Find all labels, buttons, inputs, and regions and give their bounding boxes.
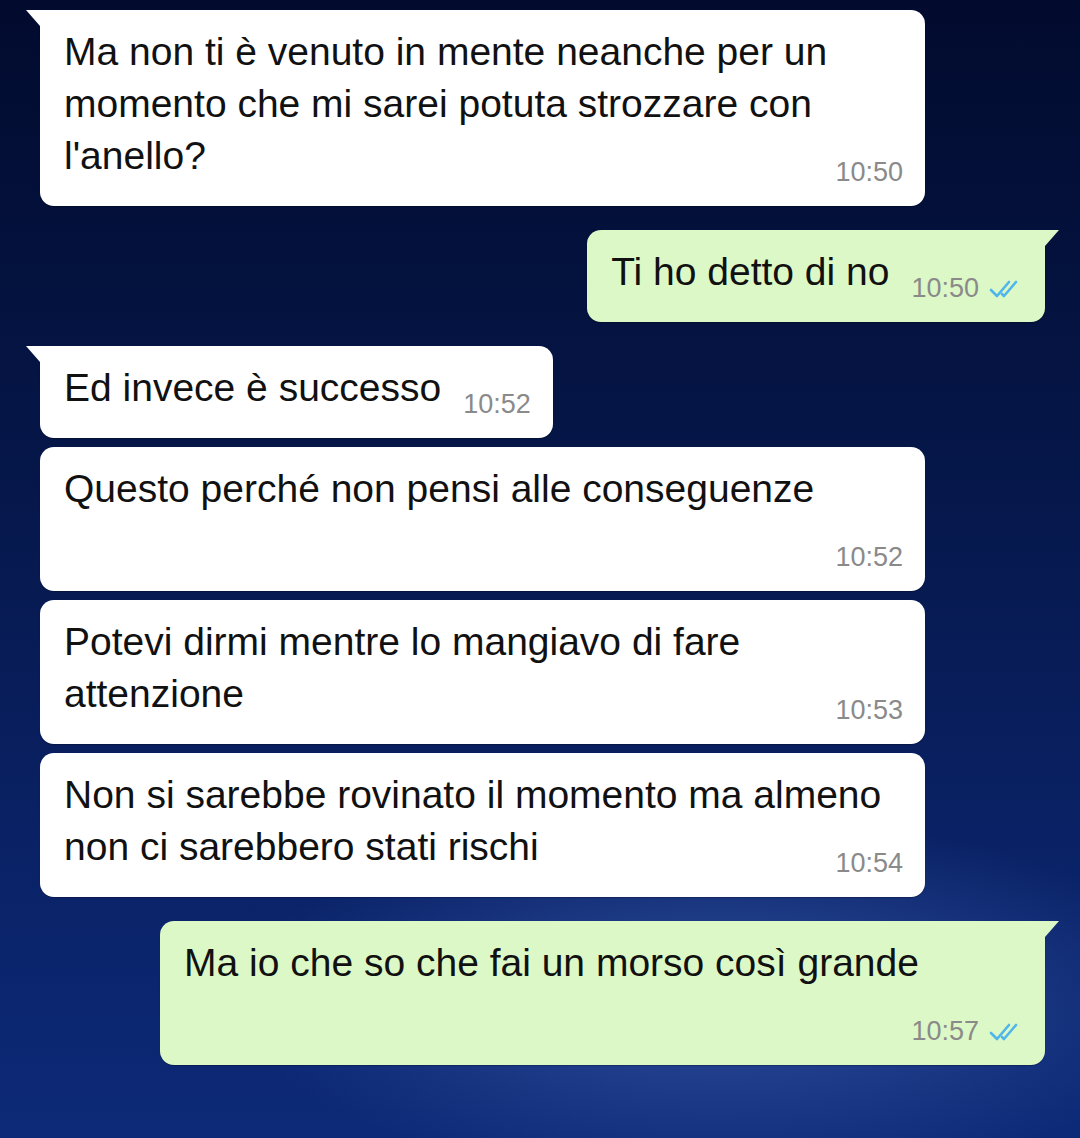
message-bubble[interactable]: Ma non ti è venuto in mente neanche per … bbox=[40, 10, 925, 206]
message-time: 10:50 bbox=[911, 273, 979, 303]
message-meta: 10:53 bbox=[835, 690, 903, 730]
message-text: Ti ho detto di no bbox=[611, 250, 889, 293]
message-bubble[interactable]: Ed invece è successo 10:52 bbox=[40, 346, 553, 438]
message-meta: 10:50 bbox=[911, 268, 1023, 308]
message-meta: 10:57 bbox=[911, 1011, 1023, 1051]
chat-area: Ma non ti è venuto in mente neanche per … bbox=[0, 0, 1080, 1075]
message-text: Ma non ti è venuto in mente neanche per … bbox=[64, 30, 827, 177]
message-meta: 10:54 bbox=[835, 843, 903, 883]
message-meta: 10:52 bbox=[835, 537, 903, 577]
message-bubble[interactable]: Ti ho detto di no 10:50 bbox=[587, 230, 1045, 322]
message-meta: 10:50 bbox=[835, 152, 903, 192]
message-text: Potevi dirmi mentre lo mangiavo di fare … bbox=[64, 620, 740, 715]
message-bubble[interactable]: Potevi dirmi mentre lo mangiavo di fare … bbox=[40, 600, 925, 744]
message-time: 10:52 bbox=[835, 542, 903, 572]
message-bubble[interactable]: Ma io che so che fai un morso così grand… bbox=[160, 921, 1045, 1065]
message-time: 10:54 bbox=[835, 848, 903, 878]
message-text: Ed invece è successo bbox=[64, 366, 441, 409]
message-meta: 10:52 bbox=[463, 384, 531, 424]
message-text: Non si sarebbe rovinato il momento ma al… bbox=[64, 773, 881, 868]
message-time: 10:52 bbox=[463, 389, 531, 419]
message-text: Ma io che so che fai un morso così grand… bbox=[184, 941, 919, 984]
read-receipt-icon bbox=[989, 278, 1023, 300]
read-receipt-icon bbox=[989, 1021, 1023, 1043]
message-time: 10:53 bbox=[835, 695, 903, 725]
message-time: 10:57 bbox=[911, 1016, 979, 1046]
message-bubble[interactable]: Non si sarebbe rovinato il momento ma al… bbox=[40, 753, 925, 897]
message-bubble[interactable]: Questo perché non pensi alle conseguenze… bbox=[40, 447, 925, 591]
message-text: Questo perché non pensi alle conseguenze bbox=[64, 467, 814, 510]
message-time: 10:50 bbox=[835, 157, 903, 187]
